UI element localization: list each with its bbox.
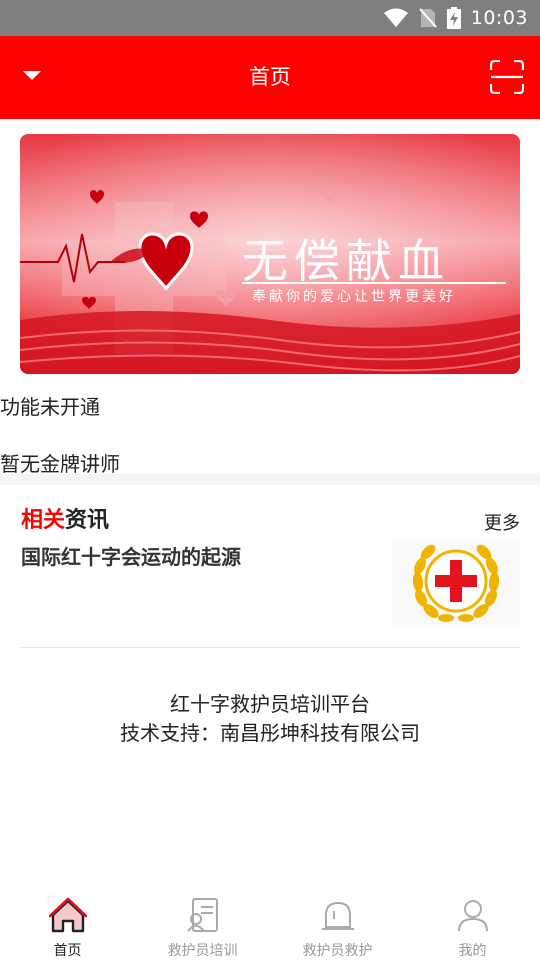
nav-label-home: 首页: [53, 943, 82, 959]
rescue-alarm-icon: [321, 901, 354, 930]
status-bar: 10:03: [0, 0, 540, 36]
page-title: 首页: [249, 65, 291, 89]
training-doc-icon: [186, 898, 218, 932]
news-thumbnail: [392, 537, 520, 625]
news-item-title: 国际红十字会运动的起源: [21, 545, 241, 569]
blood-donation-banner-image: 无偿献血 奉献你的爱心让世界更美好: [20, 134, 520, 374]
scan-icon: [490, 60, 524, 94]
wifi-icon: [383, 8, 408, 27]
banner-slogan: 奉献你的爱心让世界更美好: [252, 289, 456, 305]
platform-name: 红十字救护员培训平台: [170, 692, 370, 716]
news-title-rest: 资讯: [65, 508, 110, 533]
instructor-status-text: 暂无金牌讲师: [0, 452, 120, 476]
home-icon: [48, 897, 87, 933]
nav-item-mine[interactable]: 我的: [405, 890, 540, 960]
news-title-highlight: 相关: [21, 508, 66, 533]
news-section-title: 相关资讯: [21, 502, 109, 534]
news-list-item[interactable]: 国际红十字会运动的起源: [20, 535, 520, 630]
red-cross-emblem-icon: [412, 544, 500, 622]
more-news-link[interactable]: 更多: [484, 509, 520, 535]
news-divider: [20, 647, 520, 648]
nav-item-training[interactable]: 救护员培训: [135, 890, 270, 960]
bottom-navigation: 首页 救护员培训 救护员救护 我的: [0, 890, 540, 960]
user-icon: [457, 900, 488, 932]
status-icons: 10:03: [383, 0, 528, 36]
banner-heading: 无偿献血: [242, 234, 450, 288]
scan-button[interactable]: [488, 58, 526, 96]
nav-label-training: 救护员培训: [167, 943, 238, 959]
nav-label-rescue: 救护员救护: [302, 943, 373, 959]
tech-support-text: 技术支持：南昌彤坤科技有限公司: [120, 721, 420, 745]
battery-charging-icon: [446, 7, 461, 29]
nav-item-home[interactable]: 首页: [0, 890, 135, 960]
nav-item-rescue[interactable]: 救护员救护: [270, 890, 405, 960]
nav-label-mine: 我的: [458, 943, 487, 959]
status-time: 10:03: [470, 7, 528, 29]
no-sim-icon: [418, 8, 437, 28]
app-bar: 首页: [0, 36, 540, 119]
banner-carousel[interactable]: 无偿献血 奉献你的爱心让世界更美好: [20, 134, 520, 374]
section-divider: [0, 474, 540, 485]
feature-status-text: 功能未开通: [0, 395, 100, 419]
